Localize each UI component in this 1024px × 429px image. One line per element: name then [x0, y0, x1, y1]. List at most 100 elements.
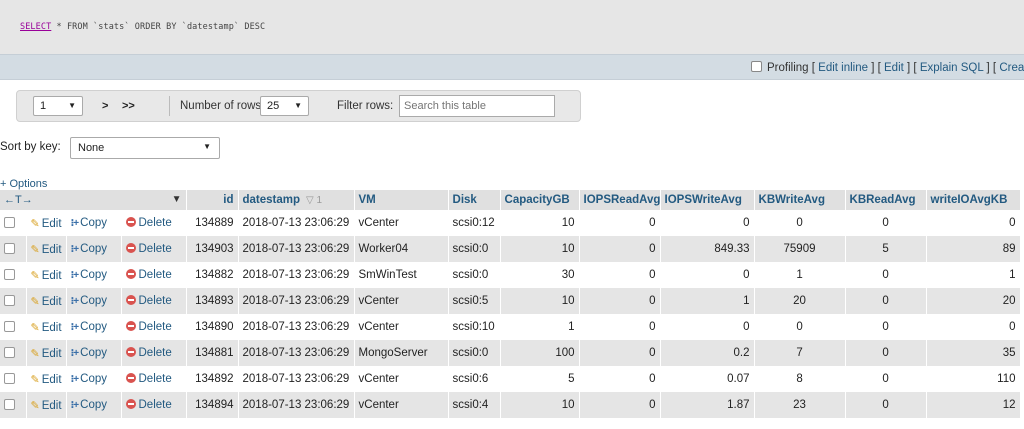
- edit-row-link[interactable]: Edit: [42, 218, 62, 230]
- copy-row-link[interactable]: Copy: [80, 321, 107, 333]
- pencil-icon: ✎: [30, 399, 40, 412]
- copy-row-link[interactable]: Copy: [80, 399, 107, 411]
- filter-rows-input[interactable]: [399, 95, 555, 117]
- row-checkbox[interactable]: [4, 398, 15, 410]
- row-checkbox[interactable]: [4, 294, 15, 306]
- delete-row-link[interactable]: Delete: [139, 269, 172, 281]
- column-header-capacitygb[interactable]: CapacityGB: [500, 190, 580, 210]
- cell-capacitygb: 100: [500, 340, 580, 366]
- edit-cell: ✎ Edit: [26, 210, 67, 236]
- edit-cell: ✎ Edit: [26, 366, 67, 392]
- table-row: ✎ Edit ⁝+ Copy Delete 134882 2018-07-13 23:06:…: [0, 262, 1021, 288]
- copy-cell: ⁝+ Copy: [66, 366, 122, 392]
- page-select[interactable]: 1 ▼: [33, 96, 83, 116]
- delete-row-link[interactable]: Delete: [139, 321, 172, 333]
- explain-sql-link[interactable]: Explain SQL: [920, 62, 984, 74]
- column-header-vm[interactable]: VM: [354, 190, 449, 210]
- sort-key-select[interactable]: None ▼: [70, 137, 220, 159]
- cell-iopsreadavg: 0: [579, 314, 661, 340]
- rows-per-page-select[interactable]: 25 ▼: [260, 96, 309, 116]
- edit-row-link[interactable]: Edit: [42, 296, 62, 308]
- copy-row-link[interactable]: Copy: [80, 373, 107, 385]
- cell-iopswriteavg: 0.2: [660, 340, 755, 366]
- cell-writeioavgkb: 12: [926, 392, 1021, 418]
- edit-row-link[interactable]: Edit: [42, 348, 62, 360]
- column-header-writeioavgkb[interactable]: writeIOAvgKB: [926, 190, 1021, 210]
- cell-iopswriteavg: 0: [660, 210, 755, 236]
- delete-cell: Delete: [121, 392, 187, 418]
- delete-cell: Delete: [121, 340, 187, 366]
- page-select-value: 1: [40, 100, 47, 112]
- cell-iopsreadavg: 0: [579, 262, 661, 288]
- copy-row-link[interactable]: Copy: [80, 217, 107, 229]
- edit-row-link[interactable]: Edit: [42, 374, 62, 386]
- pencil-icon: ✎: [30, 347, 40, 360]
- delete-row-link[interactable]: Delete: [139, 399, 172, 411]
- row-checkbox[interactable]: [4, 242, 15, 254]
- column-header-disk[interactable]: Disk: [448, 190, 501, 210]
- delete-cell: Delete: [121, 314, 187, 340]
- copy-icon: ⁝+: [70, 296, 80, 307]
- copy-cell: ⁝+ Copy: [66, 210, 122, 236]
- row-checkbox[interactable]: [4, 320, 15, 332]
- cell-id: 134893: [186, 288, 239, 314]
- row-checkbox[interactable]: [4, 268, 15, 280]
- delete-row-link[interactable]: Delete: [139, 347, 172, 359]
- profiling-checkbox[interactable]: [751, 61, 762, 72]
- column-header-kbwriteavg[interactable]: KBWriteAvg: [754, 190, 846, 210]
- copy-icon: ⁝+: [70, 322, 80, 333]
- table-row: ✎ Edit ⁝+ Copy Delete 134890 2018-07-13 23:06:…: [0, 314, 1021, 340]
- copy-row-link[interactable]: Copy: [80, 243, 107, 255]
- cell-iopsreadavg: 0: [579, 236, 661, 262]
- row-checkbox[interactable]: [4, 346, 15, 358]
- table-row: ✎ Edit ⁝+ Copy Delete 134889 2018-07-13 23:06:…: [0, 210, 1021, 236]
- copy-row-link[interactable]: Copy: [80, 295, 107, 307]
- cell-iopswriteavg: 0: [660, 262, 755, 288]
- next-page-button[interactable]: >: [102, 100, 108, 112]
- options-toggle[interactable]: + Options: [0, 178, 47, 190]
- filter-label: Filter rows:: [337, 100, 394, 112]
- column-header-iopsreadavg[interactable]: IOPSReadAvg: [579, 190, 661, 210]
- sql-keyword[interactable]: SELECT: [20, 22, 51, 32]
- sql-query[interactable]: SELECT * FROM `stats` ORDER BY `datestam…: [20, 22, 265, 32]
- row-checkbox[interactable]: [4, 372, 15, 384]
- cell-writeioavgkb: 0: [926, 314, 1021, 340]
- create-php-code-link[interactable]: Crea: [999, 62, 1024, 74]
- column-header-iopswriteavg[interactable]: IOPSWriteAvg: [660, 190, 755, 210]
- last-page-button[interactable]: >>: [122, 100, 135, 112]
- cell-kbreadavg: 0: [845, 392, 927, 418]
- delete-icon: [125, 217, 136, 227]
- delete-cell: Delete: [121, 210, 187, 236]
- column-header-datestamp[interactable]: datestamp ▽ 1: [238, 190, 355, 210]
- edit-row-link[interactable]: Edit: [42, 400, 62, 412]
- edit-inline-link[interactable]: Edit inline: [818, 62, 868, 74]
- column-arrows-header: ←T→ ▼: [0, 190, 187, 210]
- edit-link[interactable]: Edit: [884, 62, 904, 74]
- filter-icon[interactable]: ▼: [172, 194, 182, 205]
- edit-row-link[interactable]: Edit: [42, 244, 62, 256]
- row-checkbox[interactable]: [4, 216, 15, 228]
- delete-row-link[interactable]: Delete: [139, 295, 172, 307]
- copy-icon: ⁝+: [70, 270, 80, 281]
- cell-datestamp: 2018-07-13 23:06:29: [238, 210, 355, 236]
- column-header-id[interactable]: id: [186, 190, 239, 210]
- delete-row-link[interactable]: Delete: [139, 217, 172, 229]
- cell-id: 134881: [186, 340, 239, 366]
- copy-row-link[interactable]: Copy: [80, 269, 107, 281]
- edit-row-link[interactable]: Edit: [42, 270, 62, 282]
- edit-row-link[interactable]: Edit: [42, 322, 62, 334]
- row-checkbox-cell: [0, 366, 27, 392]
- delete-row-link[interactable]: Delete: [139, 373, 172, 385]
- cell-disk: scsi0:0: [448, 262, 501, 288]
- copy-row-link[interactable]: Copy: [80, 347, 107, 359]
- navigation-bar: 1 ▼ > >> Number of rows: 25 ▼ Filter rows:: [16, 90, 581, 122]
- cell-datestamp: 2018-07-13 23:06:29: [238, 314, 355, 340]
- row-checkbox-cell: [0, 314, 27, 340]
- column-arrows-icon[interactable]: ←T→: [4, 194, 33, 206]
- cell-capacitygb: 10: [500, 288, 580, 314]
- edit-cell: ✎ Edit: [26, 340, 67, 366]
- pencil-icon: ✎: [30, 373, 40, 386]
- column-header-kbreadavg[interactable]: KBReadAvg: [845, 190, 927, 210]
- delete-row-link[interactable]: Delete: [139, 243, 172, 255]
- sql-query-box: SELECT * FROM `stats` ORDER BY `datestam…: [0, 0, 1024, 54]
